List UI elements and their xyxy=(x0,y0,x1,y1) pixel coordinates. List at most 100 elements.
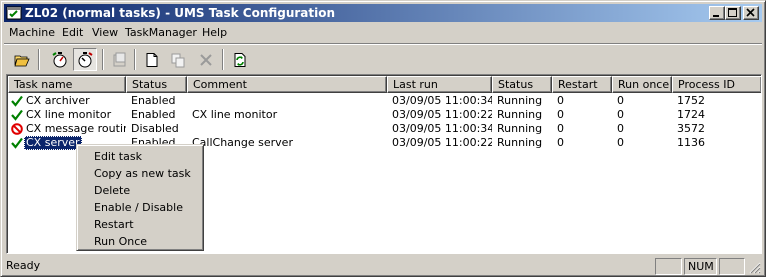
last-run-cell: 03/09/05 11:00:34 xyxy=(392,94,492,107)
window-title: ZL02 (normal tasks) - UMS Task Configura… xyxy=(25,6,336,20)
run-once-cell: 0 xyxy=(617,136,624,149)
table-header: Task name Status Comment Last run Status… xyxy=(8,76,761,93)
delete-icon xyxy=(200,53,212,66)
table-row[interactable]: CX message routing Disabled 03/09/05 11:… xyxy=(8,122,761,136)
comment-cell: CallChange server xyxy=(192,136,293,149)
column-header-run-once[interactable]: Run once xyxy=(612,76,672,93)
task-name-cell: CX message routing xyxy=(8,122,126,136)
run-status-cell: Running xyxy=(497,108,543,121)
app-icon[interactable] xyxy=(6,5,22,21)
last-run-cell: 03/09/05 11:00:22 xyxy=(392,108,492,121)
title-bar[interactable]: ZL02 (normal tasks) - UMS Task Configura… xyxy=(4,4,762,22)
menu-machine[interactable]: Machine xyxy=(5,25,59,41)
status-text: Ready xyxy=(6,259,41,272)
column-header-status[interactable]: Status xyxy=(126,76,187,93)
comment-cell xyxy=(187,122,387,136)
toolbar-separator xyxy=(222,49,224,70)
restart-cell: 0 xyxy=(557,136,564,149)
num-lock-indicator: NUM xyxy=(684,258,717,275)
properties-icon xyxy=(113,52,126,66)
run-status-cell: Running xyxy=(497,94,543,107)
task-name: CX archiver xyxy=(26,94,90,107)
menu-edit[interactable]: Edit xyxy=(58,25,87,41)
stopwatch-start-icon xyxy=(52,51,67,67)
toolbar xyxy=(4,43,762,73)
task-name: CX message routing xyxy=(26,122,126,135)
new-document-icon xyxy=(146,52,158,67)
toolbar-separator xyxy=(134,49,136,70)
context-run-once[interactable]: Run Once xyxy=(80,233,200,250)
status-cell: Enabled xyxy=(131,108,176,121)
comment-cell xyxy=(187,94,387,108)
context-copy-as-new-task[interactable]: Copy as new task xyxy=(80,165,200,182)
copy-button[interactable] xyxy=(166,48,190,71)
toolbar-separator xyxy=(102,49,104,70)
open-folder-button[interactable] xyxy=(10,48,34,71)
status-panel-empty xyxy=(655,258,682,275)
enabled-check-icon xyxy=(11,137,23,149)
start-task-button[interactable] xyxy=(48,48,72,71)
task-name-cell: CX archiver xyxy=(8,94,126,108)
restart-cell: 0 xyxy=(557,122,564,135)
status-cell: Disabled xyxy=(131,122,179,135)
copy-icon xyxy=(171,53,185,67)
status-cell: Enabled xyxy=(131,94,176,107)
run-status-cell: Running xyxy=(497,122,543,135)
toolbar-separator xyxy=(38,49,40,70)
menu-taskmanager[interactable]: TaskManager xyxy=(121,25,201,41)
context-edit-task[interactable]: Edit task xyxy=(80,148,200,165)
task-name-cell: CX line monitor xyxy=(8,108,126,122)
context-menu: Edit task Copy as new task Delete Enable… xyxy=(76,144,204,251)
minimize-button[interactable] xyxy=(709,6,725,20)
disabled-icon xyxy=(11,123,23,135)
task-name: CX line monitor xyxy=(26,108,112,121)
process-id-cell: 1136 xyxy=(677,136,705,149)
last-run-cell: 03/09/05 11:00:22 xyxy=(392,136,492,149)
enabled-check-icon xyxy=(11,109,23,121)
menu-help[interactable]: Help xyxy=(198,25,231,41)
status-panel-empty xyxy=(719,258,745,275)
menu-bar: Machine Edit View TaskManager Help xyxy=(4,23,762,42)
context-restart[interactable]: Restart xyxy=(80,216,200,233)
column-header-restart[interactable]: Restart xyxy=(552,76,612,93)
refresh-icon xyxy=(234,52,246,67)
run-status-cell: Running xyxy=(497,136,543,149)
task-name-selected: CX server xyxy=(24,136,82,150)
open-folder-icon xyxy=(14,55,30,66)
table-row[interactable]: CX archiver Enabled 03/09/05 11:00:34 Ru… xyxy=(8,94,761,108)
stopwatch-stop-icon xyxy=(78,51,93,67)
status-bar: Ready NUM xyxy=(4,256,762,275)
close-button[interactable] xyxy=(743,6,759,20)
app-window: ZL02 (normal tasks) - UMS Task Configura… xyxy=(0,0,766,277)
run-once-cell: 0 xyxy=(617,122,624,135)
delete-button[interactable] xyxy=(194,48,218,71)
maximize-icon xyxy=(728,8,737,17)
column-header-last-run[interactable]: Last run xyxy=(387,76,492,93)
minimize-icon xyxy=(713,15,719,17)
restart-cell: 0 xyxy=(557,108,564,121)
resize-grip-icon[interactable] xyxy=(749,262,761,274)
context-enable-disable[interactable]: Enable / Disable xyxy=(80,199,200,216)
restart-cell: 0 xyxy=(557,94,564,107)
refresh-button[interactable] xyxy=(228,48,252,71)
maximize-button[interactable] xyxy=(725,6,741,20)
properties-button[interactable] xyxy=(108,48,132,71)
column-header-process-id[interactable]: Process ID xyxy=(672,76,761,93)
column-header-run-status[interactable]: Status xyxy=(492,76,552,93)
column-header-task-name[interactable]: Task name xyxy=(8,76,126,93)
process-id-cell: 3572 xyxy=(677,122,705,135)
menu-view[interactable]: View xyxy=(88,25,122,41)
stop-task-button[interactable] xyxy=(73,48,97,71)
context-delete[interactable]: Delete xyxy=(80,182,200,199)
new-button[interactable] xyxy=(140,48,164,71)
process-id-cell: 1752 xyxy=(677,94,705,107)
close-icon xyxy=(746,8,755,17)
comment-cell: CX line monitor xyxy=(192,108,278,121)
column-header-comment[interactable]: Comment xyxy=(187,76,387,93)
enabled-check-icon xyxy=(11,95,23,107)
last-run-cell: 03/09/05 11:00:34 xyxy=(392,122,492,135)
process-id-cell: 1724 xyxy=(677,108,705,121)
table-row[interactable]: CX line monitor Enabled CX line monitor … xyxy=(8,108,761,122)
run-once-cell: 0 xyxy=(617,94,624,107)
run-once-cell: 0 xyxy=(617,108,624,121)
